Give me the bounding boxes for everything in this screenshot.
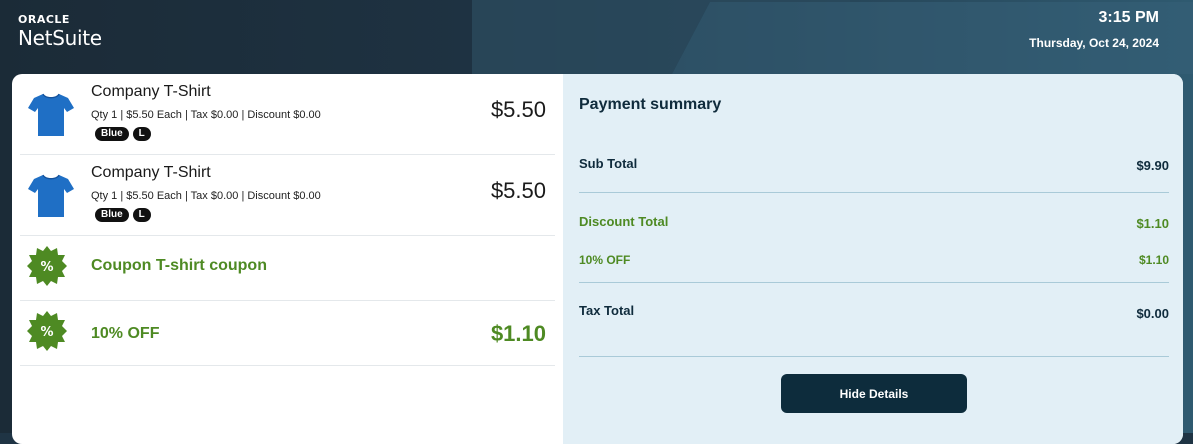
summary-divider bbox=[579, 282, 1169, 283]
discount-total-label: Discount Total bbox=[579, 214, 669, 229]
item-price: $5.50 bbox=[490, 97, 546, 122]
variant-tag-size: L bbox=[132, 127, 151, 141]
clock-time: 3:15 PM bbox=[1098, 9, 1159, 26]
discount-badge-icon: % bbox=[27, 311, 67, 351]
item-details: Qty 1 | $5.50 Each | Tax $0.00 | Discoun… bbox=[91, 109, 321, 121]
header-clock: 3:15 PM Thursday, Oct 24, 2024 bbox=[1029, 9, 1159, 50]
summary-divider bbox=[579, 192, 1169, 193]
cart-item[interactable]: Company T-Shirt Qty 1 | $5.50 Each | Tax… bbox=[20, 74, 555, 155]
payment-summary-title: Payment summary bbox=[579, 96, 722, 113]
variant-tag-color: Blue bbox=[95, 208, 129, 222]
tshirt-icon bbox=[26, 88, 76, 140]
item-variant-tags: Blue L bbox=[95, 208, 151, 222]
item-details: Qty 1 | $5.50 Each | Tax $0.00 | Discoun… bbox=[91, 190, 321, 202]
item-name: Company T-Shirt bbox=[91, 83, 211, 100]
item-price: $5.50 bbox=[490, 178, 546, 203]
discount-label: 10% OFF bbox=[91, 325, 160, 342]
discount-badge-icon: % bbox=[27, 246, 67, 286]
cart-items-list: Company T-Shirt Qty 1 | $5.50 Each | Tax… bbox=[20, 74, 555, 366]
discount-line[interactable]: % 10% OFF $1.10 bbox=[20, 301, 555, 366]
item-variant-tags: Blue L bbox=[95, 127, 151, 141]
variant-tag-color: Blue bbox=[95, 127, 129, 141]
oracle-wordmark: ORACLE bbox=[18, 13, 70, 26]
badge-percent-symbol: % bbox=[40, 260, 53, 275]
coupon-label: Coupon T-shirt coupon bbox=[91, 257, 267, 274]
discount-total-value: $1.10 bbox=[1136, 216, 1169, 231]
payment-summary-panel: Payment summary Sub Total $9.90 Discount… bbox=[563, 74, 1183, 444]
tshirt-icon bbox=[26, 169, 76, 221]
netsuite-logo: ORACLE NetSuite bbox=[18, 13, 102, 51]
coupon-line[interactable]: % Coupon T-shirt coupon bbox=[20, 236, 555, 301]
clock-date: Thursday, Oct 24, 2024 bbox=[1029, 36, 1159, 50]
badge-percent-symbol: % bbox=[40, 325, 53, 340]
hide-details-button[interactable]: Hide Details bbox=[781, 374, 967, 413]
subtotal-label: Sub Total bbox=[579, 156, 638, 171]
item-name: Company T-Shirt bbox=[91, 164, 211, 181]
cart-item[interactable]: Company T-Shirt Qty 1 | $5.50 Each | Tax… bbox=[20, 155, 555, 236]
discount-detail-value: $1.10 bbox=[1138, 253, 1169, 267]
transaction-card: Company T-Shirt Qty 1 | $5.50 Each | Tax… bbox=[12, 74, 1183, 444]
tax-total-label: Tax Total bbox=[579, 303, 635, 318]
discount-detail-label: 10% OFF bbox=[579, 253, 631, 267]
netsuite-wordmark: NetSuite bbox=[18, 26, 102, 50]
variant-tag-size: L bbox=[132, 208, 151, 222]
subtotal-value: $9.90 bbox=[1136, 158, 1169, 173]
discount-amount: $1.10 bbox=[490, 321, 546, 346]
summary-divider bbox=[579, 356, 1169, 357]
tax-total-value: $0.00 bbox=[1136, 306, 1169, 321]
